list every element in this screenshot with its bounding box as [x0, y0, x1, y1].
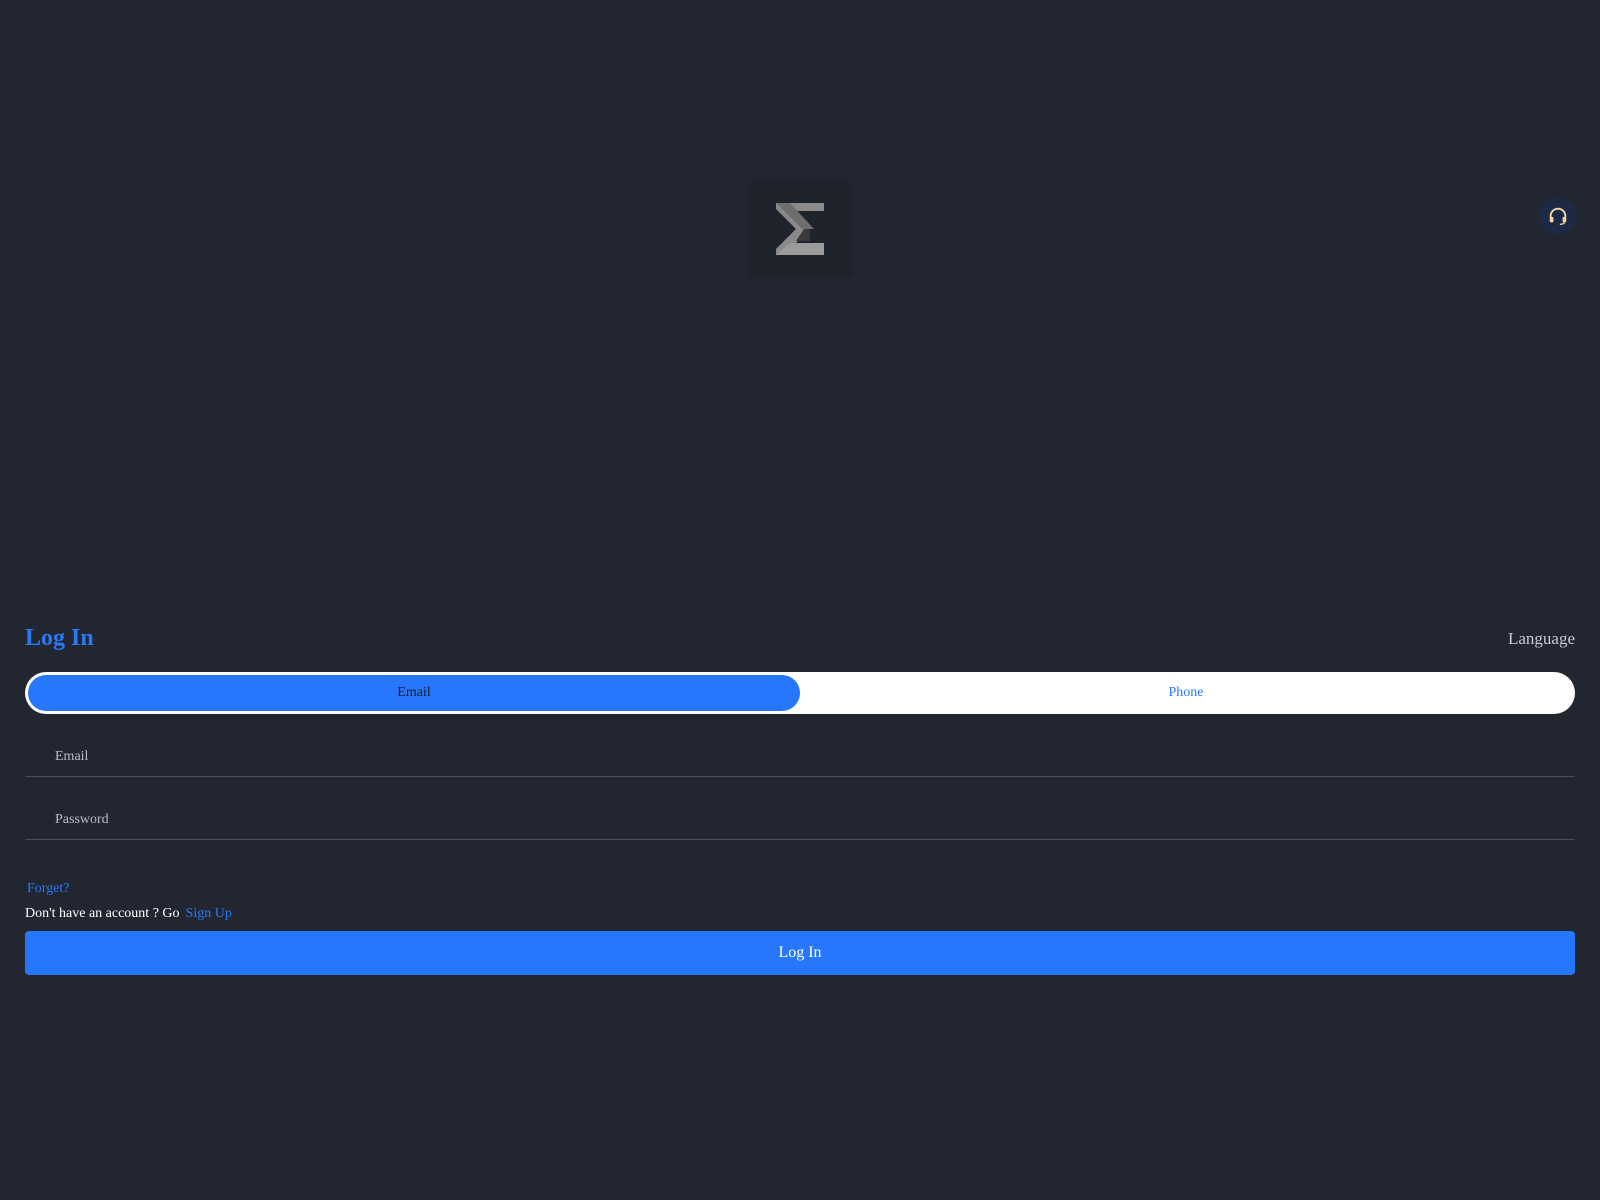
tab-email[interactable]: Email: [28, 675, 800, 711]
headset-icon: [1549, 207, 1567, 225]
login-submit-button[interactable]: Log In: [25, 931, 1575, 975]
signup-row: Don't have an account ? Go Sign Up: [25, 905, 232, 923]
password-input[interactable]: [25, 800, 1575, 839]
password-field-wrapper: [25, 800, 1575, 840]
page-title: Log In: [25, 625, 94, 651]
language-selector[interactable]: Language: [1508, 628, 1575, 650]
customer-support-button[interactable]: [1540, 198, 1576, 234]
app-logo: [747, 180, 853, 278]
login-page: Log In Language Email Phone Forget? Don'…: [0, 0, 1600, 1200]
sigma-logo-icon: [776, 203, 824, 255]
signup-link[interactable]: Sign Up: [186, 906, 232, 921]
forgot-password-link[interactable]: Forget?: [27, 880, 70, 898]
login-method-toggle: Email Phone: [25, 672, 1575, 714]
email-field-wrapper: [25, 737, 1575, 777]
tab-phone[interactable]: Phone: [800, 675, 1572, 711]
signup-prompt: Don't have an account ? Go: [25, 906, 180, 921]
email-input[interactable]: [25, 737, 1575, 776]
